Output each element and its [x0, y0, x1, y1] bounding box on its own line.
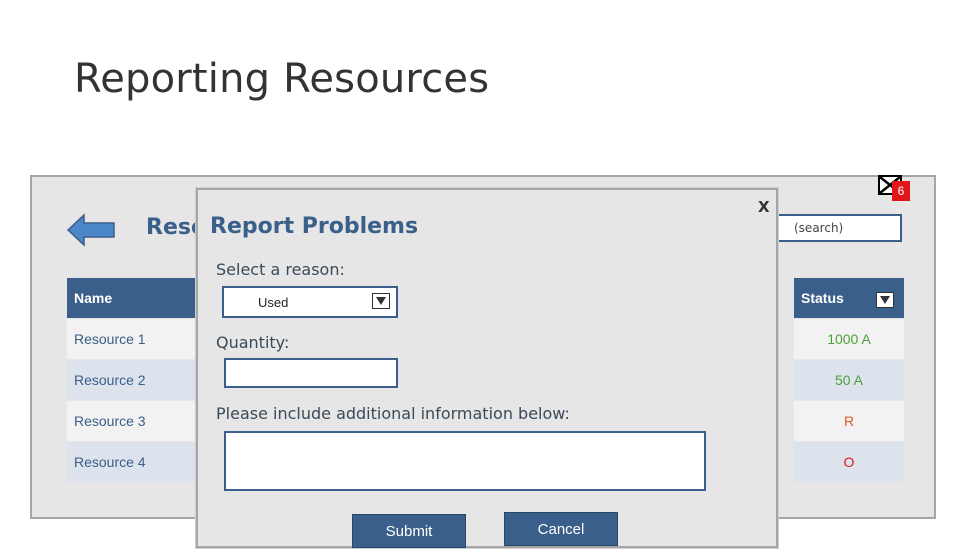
status-column-header[interactable]: Status — [794, 278, 904, 318]
reason-label: Select a reason: — [216, 260, 345, 279]
submit-button[interactable]: Submit — [352, 514, 466, 548]
dialog-title: Report Problems — [210, 214, 419, 239]
name-column-header[interactable]: Name — [67, 278, 207, 318]
chevron-down-icon — [376, 297, 386, 305]
table-row[interactable]: 1000 A — [794, 319, 904, 359]
status-value: 50 A — [834, 372, 864, 388]
resource-name: Resource 2 — [74, 372, 146, 388]
name-header-label: Name — [74, 290, 113, 306]
resource-name: Resource 4 — [74, 454, 146, 470]
chevron-down-icon — [880, 296, 890, 304]
table-row[interactable]: 50 A — [794, 360, 904, 400]
table-row[interactable]: R — [794, 401, 904, 441]
info-label: Please include additional information be… — [216, 404, 570, 423]
quantity-label: Quantity: — [216, 333, 290, 352]
search-placeholder: (search) — [794, 221, 844, 235]
table-row[interactable]: Resource 2 — [67, 360, 207, 400]
table-row[interactable]: Resource 1 — [67, 319, 207, 359]
reason-dropdown-button[interactable] — [372, 293, 390, 309]
slide-title: Reporting Resources — [74, 56, 490, 102]
table-row[interactable]: Resource 4 — [67, 442, 207, 482]
search-input[interactable]: (search) — [753, 214, 902, 242]
status-value: 1000 A — [827, 331, 871, 347]
additional-info-textarea[interactable] — [224, 431, 706, 491]
reason-select[interactable]: Used — [222, 286, 398, 318]
status-value: R — [843, 413, 855, 429]
status-header-label: Status — [801, 290, 844, 306]
dialog-close-button[interactable]: X — [758, 198, 770, 216]
status-filter-dropdown[interactable] — [876, 292, 894, 308]
status-value: O — [843, 454, 855, 470]
cancel-button[interactable]: Cancel — [504, 512, 618, 546]
reason-value: Used — [258, 295, 289, 310]
table-row[interactable]: Resource 3 — [67, 401, 207, 441]
name-column: Name Resource 1 Resource 2 Resource 3 Re… — [67, 278, 207, 482]
resource-name: Resource 1 — [74, 331, 146, 347]
quantity-field[interactable] — [224, 358, 398, 388]
resource-name: Resource 3 — [74, 413, 146, 429]
status-column: Status 1000 A 50 A R O — [794, 278, 904, 482]
notification-badge: 6 — [892, 181, 910, 201]
table-row[interactable]: O — [794, 442, 904, 482]
back-arrow-icon[interactable] — [66, 213, 116, 247]
report-problems-dialog: X Report Problems Select a reason: Used … — [196, 188, 778, 548]
